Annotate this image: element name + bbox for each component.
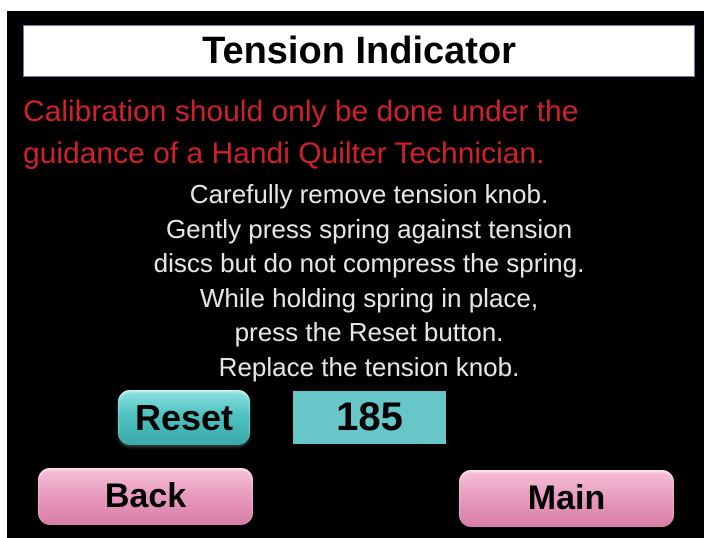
warning-line: guidance of a Handi Quilter Technician.	[23, 137, 545, 170]
screen: Tension Indicator Calibration should onl…	[7, 11, 704, 538]
instruction-line: Carefully remove tension knob.	[189, 179, 549, 209]
warning-message: Calibration should only be done under th…	[23, 91, 703, 175]
instruction-line: discs but do not compress the spring.	[153, 248, 585, 278]
page-title: Tension Indicator	[202, 29, 516, 72]
tension-value-display: 185	[293, 391, 446, 444]
reset-button[interactable]: Reset	[118, 390, 250, 445]
instructions: Carefully remove tension knob. Gently pr…	[97, 177, 641, 384]
instruction-line: Gently press spring against tension	[165, 213, 573, 244]
warning-line: Calibration should only be done under th…	[23, 95, 579, 128]
back-button[interactable]: Back	[38, 468, 253, 525]
title-bar: Tension Indicator	[23, 25, 695, 77]
instruction-line: press the Reset button.	[234, 317, 504, 347]
instruction-line: Replace the tension knob.	[218, 351, 520, 382]
main-button[interactable]: Main	[459, 470, 674, 527]
instruction-line: While holding spring in place,	[199, 282, 539, 313]
